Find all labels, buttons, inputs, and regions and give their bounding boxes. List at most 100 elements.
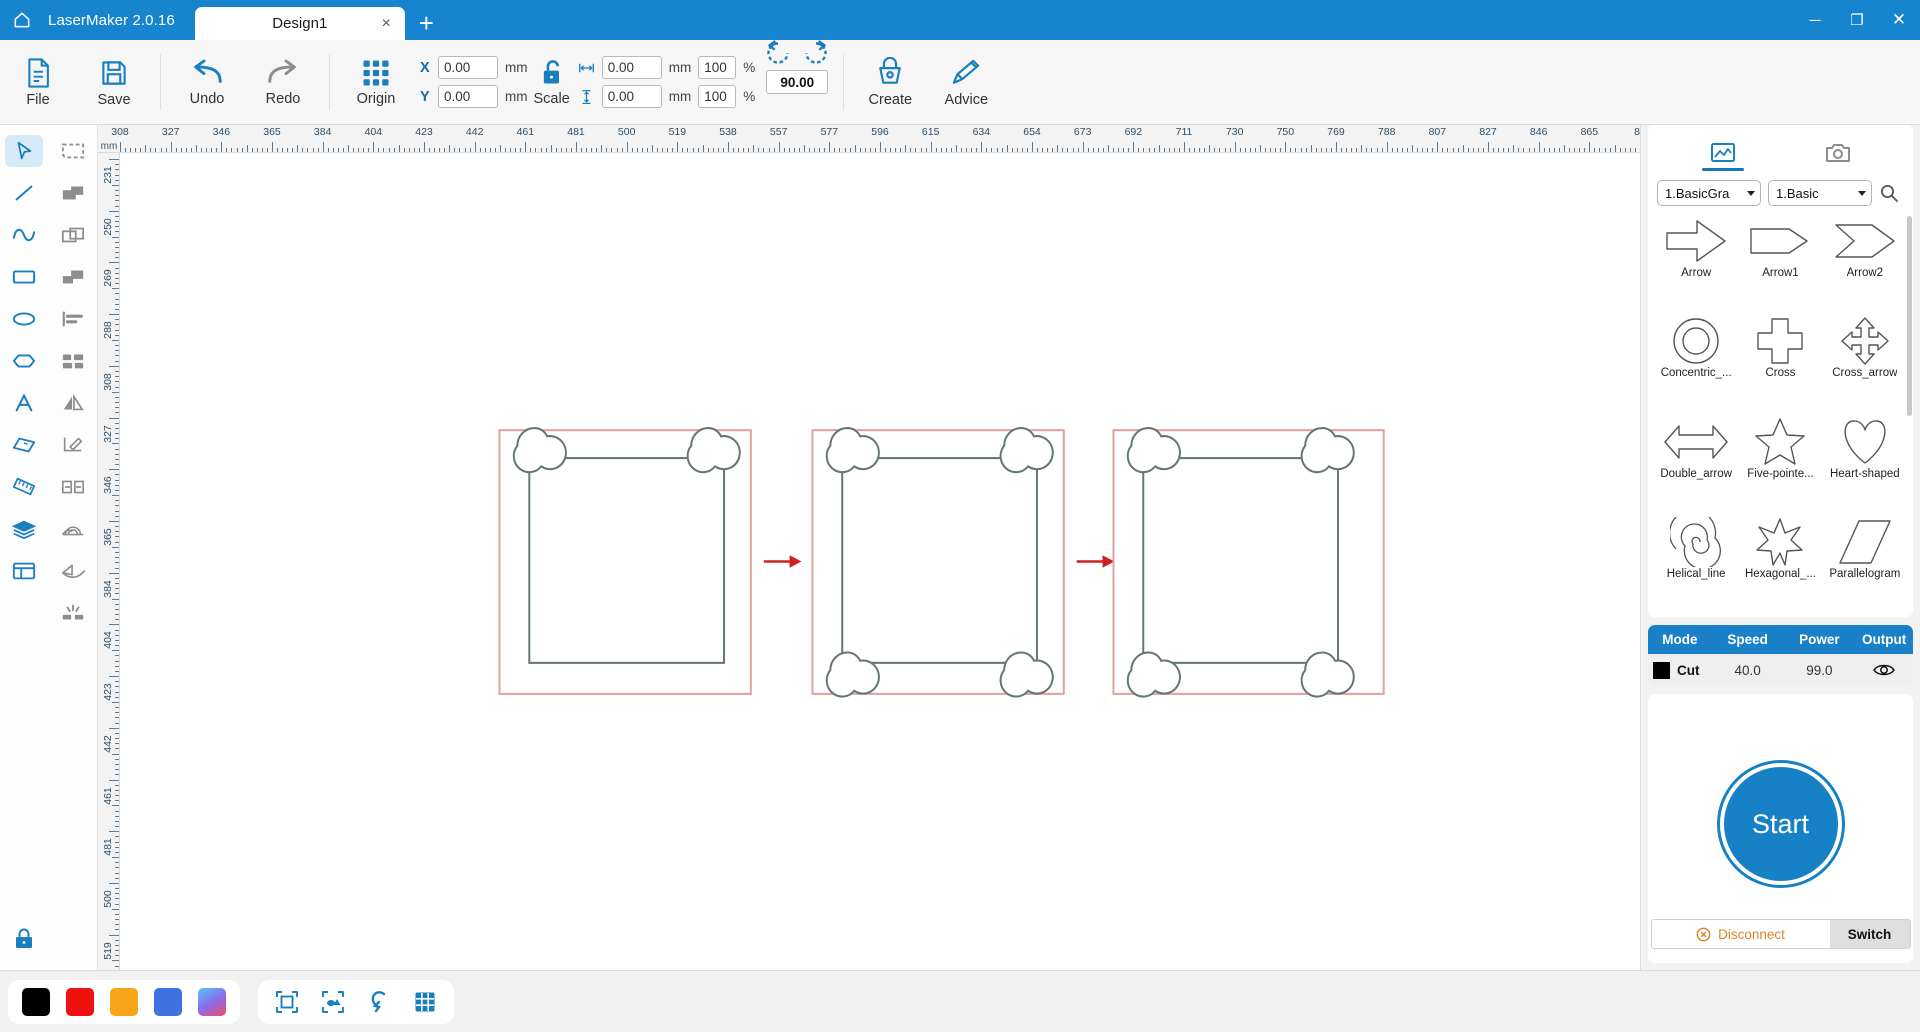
ruler-tick bbox=[1412, 145, 1413, 152]
select-objects-icon[interactable] bbox=[318, 987, 348, 1017]
engrave-burst-tool[interactable] bbox=[54, 597, 92, 629]
arrange-grid-tool[interactable] bbox=[54, 345, 92, 377]
new-tab-button[interactable]: + bbox=[405, 10, 446, 40]
shape-item-heart[interactable]: Heart-shaped bbox=[1823, 417, 1907, 494]
shape-item-arrow[interactable]: Arrow bbox=[1654, 216, 1738, 293]
ruler-tick bbox=[1513, 145, 1515, 152]
table-row[interactable]: Cut 40.0 99.0 bbox=[1648, 654, 1913, 686]
close-window-button[interactable]: ✕ bbox=[1878, 0, 1920, 40]
rotate-left-icon[interactable] bbox=[765, 40, 791, 66]
shape-item-cross-arrow[interactable]: Cross_arrow bbox=[1823, 316, 1907, 393]
layout-tool[interactable] bbox=[5, 555, 43, 587]
ruler-tick-label: 365 bbox=[101, 528, 114, 546]
shapes-scrollbar[interactable] bbox=[1907, 216, 1912, 416]
category-select[interactable]: 1.BasicGra bbox=[1657, 180, 1761, 206]
text-tool[interactable] bbox=[5, 387, 43, 419]
design-canvas[interactable] bbox=[120, 153, 1640, 970]
magnet-snap-icon[interactable] bbox=[364, 987, 394, 1017]
marquee-select-tool[interactable] bbox=[54, 135, 92, 167]
shape-item-double-arrow[interactable]: Double_arrow bbox=[1654, 417, 1738, 494]
shape-item-arrow1[interactable]: Arrow1 bbox=[1738, 216, 1822, 293]
shapes-library-tab[interactable] bbox=[1690, 135, 1756, 171]
search-icon[interactable] bbox=[1879, 183, 1899, 203]
shape-item-hexagonal-star[interactable]: Hexagonal_... bbox=[1738, 517, 1822, 594]
swatch-black[interactable] bbox=[22, 987, 50, 1016]
shape-item-helical-line[interactable]: Helical_line bbox=[1654, 516, 1738, 594]
swatch-red[interactable] bbox=[66, 987, 94, 1016]
measure-ruler-tool[interactable] bbox=[5, 471, 43, 503]
layers-tool[interactable] bbox=[5, 513, 43, 545]
swatch-gradient[interactable] bbox=[198, 987, 226, 1016]
scale-lock-button[interactable]: Scale bbox=[534, 57, 570, 107]
shape-item-five-pointed-star[interactable]: Five-pointe... bbox=[1738, 417, 1822, 494]
ruler-tick bbox=[180, 148, 182, 152]
ruler-tick bbox=[115, 815, 119, 817]
polygon-tool[interactable] bbox=[5, 345, 43, 377]
shape-item-cross[interactable]: Cross bbox=[1738, 316, 1822, 393]
layer-mode-cell[interactable]: Cut bbox=[1648, 661, 1712, 679]
mirror-tool[interactable] bbox=[54, 387, 92, 419]
disconnect-status[interactable]: Disconnect bbox=[1651, 920, 1830, 948]
advice-button[interactable]: Advice bbox=[928, 40, 1004, 124]
y-input[interactable] bbox=[438, 85, 498, 108]
width-input[interactable] bbox=[601, 56, 662, 79]
shape-grid[interactable]: Arrow Arrow1 Arrow2 Concentric_... Cross… bbox=[1648, 212, 1913, 617]
origin-button[interactable]: Origin bbox=[338, 40, 414, 124]
start-button[interactable]: Start bbox=[1719, 763, 1842, 885]
camera-tab[interactable] bbox=[1805, 135, 1871, 171]
layer-output-toggle[interactable] bbox=[1855, 662, 1913, 678]
union-shape-tool[interactable] bbox=[54, 177, 92, 209]
ruler-tick bbox=[112, 391, 119, 393]
redo-button[interactable]: Redo bbox=[245, 40, 321, 124]
height-input[interactable] bbox=[601, 85, 662, 108]
warp-text-tool[interactable] bbox=[54, 555, 92, 587]
file-button[interactable]: File bbox=[0, 40, 76, 124]
ruler-tick bbox=[109, 210, 119, 212]
rotation-input[interactable] bbox=[766, 70, 829, 94]
grid-icon[interactable] bbox=[410, 987, 440, 1017]
layer-power-value[interactable]: 99.0 bbox=[1784, 663, 1856, 678]
vertical-ruler[interactable]: 231 250 269 288 308 327 346 365 384 404 423 442 461 4… bbox=[98, 153, 120, 970]
ellipse-tool[interactable] bbox=[5, 303, 43, 335]
weld-tool[interactable] bbox=[54, 513, 92, 545]
ruler-tick bbox=[1118, 148, 1120, 152]
distribute-tool[interactable] bbox=[54, 471, 92, 503]
subcategory-select[interactable]: 1.Basic bbox=[1768, 180, 1872, 206]
subtract-shape-tool[interactable] bbox=[54, 261, 92, 293]
swatch-orange[interactable] bbox=[110, 987, 138, 1016]
close-tab-icon[interactable]: × bbox=[381, 15, 390, 32]
ruler-tick bbox=[505, 148, 507, 152]
fit-frame-icon[interactable] bbox=[272, 987, 302, 1017]
shape-item-concentric[interactable]: Concentric_... bbox=[1654, 316, 1738, 393]
rotate-right-icon[interactable] bbox=[803, 40, 829, 66]
x-input[interactable] bbox=[438, 56, 498, 79]
undo-button[interactable]: Undo bbox=[169, 40, 245, 124]
node-edit-tool[interactable] bbox=[54, 429, 92, 461]
maximize-button[interactable]: ❐ bbox=[1836, 0, 1878, 40]
height-percent-input[interactable] bbox=[698, 85, 737, 108]
ruler-tick bbox=[1432, 148, 1434, 152]
minimize-button[interactable]: ─ bbox=[1794, 0, 1836, 40]
duplicate-shape-tool[interactable] bbox=[54, 219, 92, 251]
shape-item-arrow2[interactable]: Arrow2 bbox=[1823, 216, 1907, 293]
rectangle-tool[interactable] bbox=[5, 261, 43, 293]
curve-tool[interactable] bbox=[5, 219, 43, 251]
switch-button[interactable]: Switch bbox=[1829, 920, 1910, 948]
width-percent-input[interactable] bbox=[698, 56, 737, 79]
lock-canvas-button[interactable] bbox=[6, 924, 42, 954]
align-left-tool[interactable] bbox=[54, 303, 92, 335]
create-button[interactable]: Create bbox=[852, 40, 928, 124]
save-button[interactable]: Save bbox=[76, 40, 152, 124]
horizontal-ruler-body[interactable]: 308 327 346 365 384 404 423 442 461 481 500 519 538 5… bbox=[111, 125, 1640, 152]
layer-speed-value[interactable]: 40.0 bbox=[1712, 663, 1784, 678]
select-tool[interactable] bbox=[5, 135, 44, 167]
home-icon[interactable] bbox=[0, 0, 44, 40]
shape-item-parallelogram[interactable]: Parallelogram bbox=[1823, 517, 1907, 594]
ruler-tick bbox=[824, 148, 826, 152]
swatch-blue[interactable] bbox=[154, 987, 182, 1016]
parallelogram-tool[interactable] bbox=[5, 429, 43, 461]
line-tool[interactable] bbox=[5, 177, 43, 209]
document-tab[interactable]: Design1 × bbox=[194, 7, 405, 40]
ruler-tick-label: 384 bbox=[313, 126, 332, 138]
layer-color-swatch[interactable] bbox=[1653, 661, 1670, 679]
